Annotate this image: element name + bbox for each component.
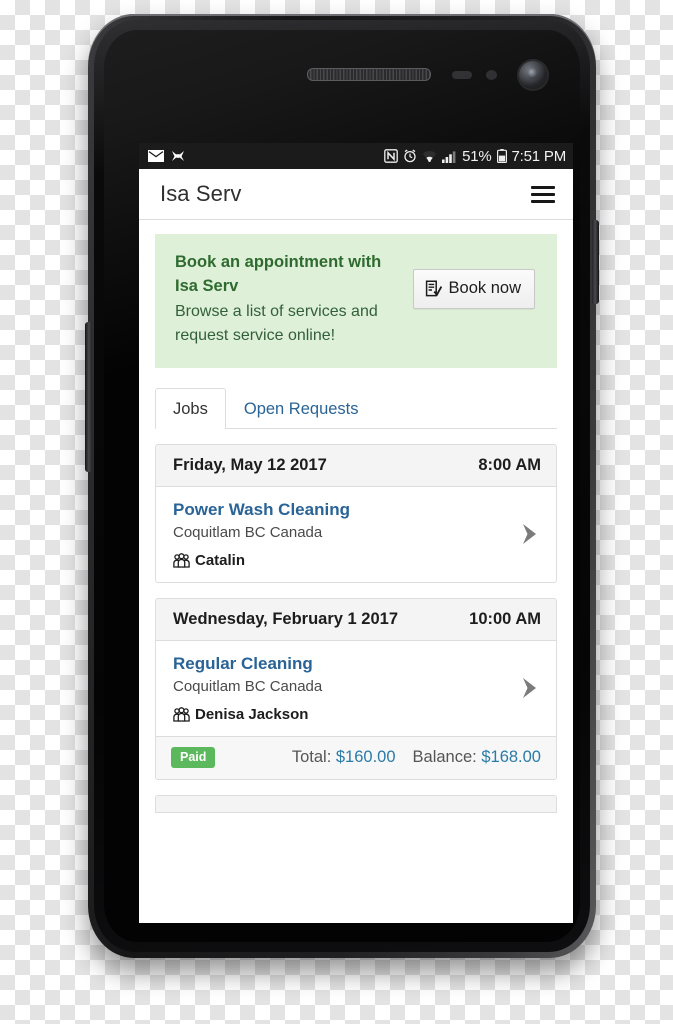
chevron-right-icon[interactable] (519, 520, 541, 548)
promo-title: Book an appointment with Isa Serv (175, 253, 382, 295)
job-location: Coquitlam BC Canada (173, 523, 323, 541)
balance-value: $168.00 (481, 747, 541, 766)
phone-bezel: 51% 7:51 PM Isa Serv Book an appointment… (94, 20, 590, 952)
job-person-name: Catalin (195, 551, 246, 569)
page-title: Isa Serv (160, 181, 242, 206)
front-camera-icon (519, 61, 547, 89)
people-group-icon (173, 552, 190, 568)
job-person: Denisa Jackson (173, 706, 509, 723)
job-card-partial[interactable] (155, 795, 557, 814)
hamburger-line (531, 185, 555, 189)
job-info: Regular Cleaning Coquitlam BC Canada Den… (173, 653, 509, 723)
job-location: Coquitlam BC Canada (173, 677, 323, 695)
signal-icon (442, 150, 457, 163)
tab-jobs[interactable]: Jobs (155, 387, 226, 429)
hamburger-icon[interactable] (531, 185, 555, 203)
job-person: Catalin (173, 552, 509, 569)
job-card-header: Friday, May 12 2017 8:00 AM (156, 444, 556, 487)
page-content: Book an appointment with Isa Serv Browse… (139, 234, 573, 923)
promo-subtitle: Browse a list of services and request se… (175, 302, 378, 344)
job-card[interactable]: Friday, May 12 2017 8:00 AM Power Wash C… (155, 443, 557, 583)
wifi-icon (422, 150, 437, 163)
job-card-header: Wednesday, February 1 2017 10:00 AM (156, 598, 556, 641)
battery-icon (496, 149, 507, 163)
clock-label: 7:51 PM (511, 147, 567, 165)
tab-open-requests[interactable]: Open Requests (226, 388, 377, 429)
job-time: 8:00 AM (478, 455, 541, 474)
job-card-body[interactable]: Regular Cleaning Coquitlam BC Canada Den… (156, 641, 556, 736)
job-date: Wednesday, February 1 2017 (173, 609, 398, 628)
tab-bar: Jobs Open Requests (155, 387, 557, 429)
phone-device: 51% 7:51 PM Isa Serv Book an appointment… (85, 14, 599, 958)
mail-icon (148, 150, 164, 162)
promo-text-block: Book an appointment with Isa Serv Browse… (175, 251, 413, 348)
battery-percent-label: 51% (462, 147, 492, 165)
book-now-button[interactable]: Book now (412, 269, 535, 309)
phone-glass: 51% 7:51 PM Isa Serv Book an appointment… (104, 30, 580, 942)
light-sensor-icon (486, 70, 497, 80)
balance-label: Balance: (412, 747, 477, 766)
volume-button[interactable] (85, 322, 92, 472)
promo-banner: Book an appointment with Isa Serv Browse… (155, 234, 557, 368)
chevron-right-icon[interactable] (519, 674, 541, 702)
status-badge: Paid (171, 746, 216, 769)
nfc-icon (384, 149, 398, 163)
job-card-body[interactable]: Power Wash Cleaning Coquitlam BC Canada (156, 487, 556, 582)
app-bar: Isa Serv (139, 169, 573, 220)
total-value: $160.00 (335, 747, 396, 766)
phone-screen: 51% 7:51 PM Isa Serv Book an appointment… (139, 143, 573, 923)
status-bar: 51% 7:51 PM (139, 143, 573, 169)
total-amount: Total: $160.00 (292, 748, 396, 767)
status-bar-left-icons (148, 150, 185, 163)
earpiece-speaker (307, 68, 431, 81)
people-group-icon (173, 706, 190, 722)
payment-totals: Total: $160.00 Balance: $168.00 (292, 748, 541, 767)
form-check-icon (425, 280, 442, 297)
job-time: 10:00 AM (469, 609, 541, 628)
book-now-label: Book now (448, 279, 521, 297)
job-payment-row: Paid Total: $160.00 Balance: $168.00 (156, 735, 556, 780)
proximity-sensor-icon (452, 71, 472, 79)
power-button[interactable] (592, 220, 599, 304)
job-card[interactable]: Wednesday, February 1 2017 10:00 AM Regu… (155, 597, 557, 781)
job-title-link[interactable]: Power Wash Cleaning (173, 499, 509, 522)
job-info: Power Wash Cleaning Coquitlam BC Canada (173, 499, 509, 569)
balance-amount: Balance: $168.00 (413, 748, 541, 767)
hamburger-line (531, 192, 555, 196)
alarm-icon (403, 149, 417, 163)
status-bar-right-icons: 51% 7:51 PM (384, 148, 566, 165)
total-label: Total: (291, 747, 332, 766)
job-person-name: Denisa Jackson (195, 705, 309, 723)
job-title-link[interactable]: Regular Cleaning (173, 653, 509, 676)
app-icon (171, 150, 185, 163)
job-date: Friday, May 12 2017 (173, 455, 327, 474)
hamburger-line (531, 199, 555, 203)
